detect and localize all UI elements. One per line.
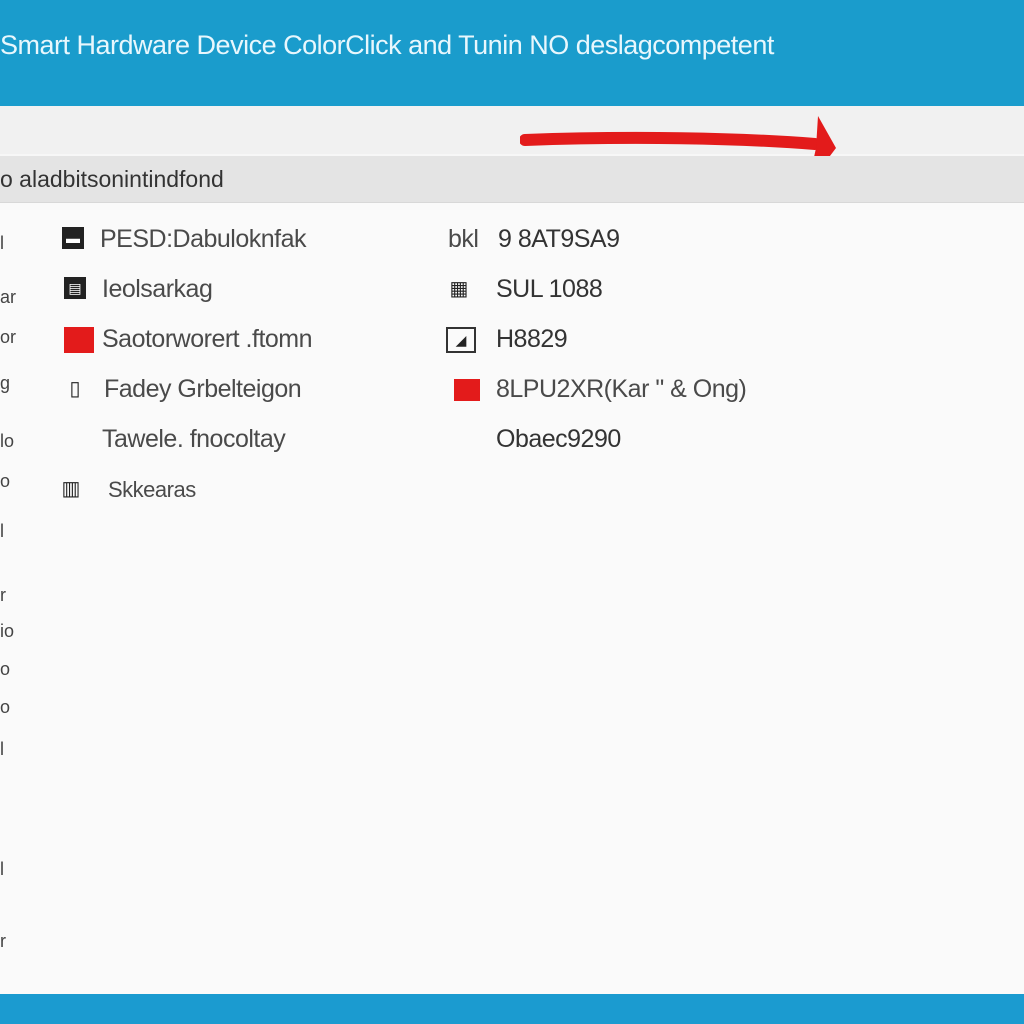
sidebar-mark[interactable]: l xyxy=(0,739,22,760)
sidebar-mark[interactable]: o xyxy=(0,659,22,680)
list-item-label[interactable]: Ieolsarkag xyxy=(102,275,213,304)
chip-icon: bkl xyxy=(448,225,479,253)
sidebar-mark[interactable]: r xyxy=(0,931,22,952)
sidebar-mark[interactable]: o xyxy=(0,471,22,492)
section-title: o aladbitsonintindfond xyxy=(0,166,224,192)
list-item-label[interactable]: Fadey Grbelteigon xyxy=(104,375,302,404)
sidebar-mark[interactable]: lo xyxy=(0,431,22,452)
sidebar-mark[interactable]: or xyxy=(0,327,22,348)
list-item-value: SUL 1088 xyxy=(496,275,603,303)
settings-window: o aladbitsonintindfond l ar or g lo o l … xyxy=(0,106,1024,994)
toolbar-strip xyxy=(0,106,1024,154)
list-item-value: Obaec9290 xyxy=(496,425,621,453)
list-item-value: 8LPU2XR(Kar " & Ong) xyxy=(496,375,747,403)
sim-icon: ▥ xyxy=(61,477,81,500)
card-icon: ▤ xyxy=(64,277,86,299)
sidebar-mark[interactable]: l xyxy=(0,859,22,880)
window-title: Smart Hardware Device ColorClick and Tun… xyxy=(0,30,774,60)
image-icon: ◢ xyxy=(446,327,476,353)
window-bottom-border xyxy=(0,994,1024,1024)
sidebar-mark[interactable]: g xyxy=(0,373,22,394)
red-square-icon xyxy=(64,327,94,353)
sidebar-mark[interactable]: io xyxy=(0,621,22,642)
list-item-value: 9 8AT9SA9 xyxy=(498,225,620,253)
sidebar-mark[interactable]: o xyxy=(0,697,22,718)
list-item-label[interactable]: Saotorworert .ftomn xyxy=(102,325,313,354)
phone-icon: ▯ xyxy=(69,377,81,400)
sidebar-mark[interactable]: r xyxy=(0,585,22,606)
section-header: o aladbitsonintindfond xyxy=(0,156,1024,203)
red-square-icon xyxy=(454,379,480,401)
sidebar-mark[interactable]: ar xyxy=(0,287,22,308)
sidebar-mark[interactable]: l xyxy=(0,233,22,254)
sidebar-strip[interactable]: l ar or g lo o l r io o o l l r xyxy=(0,203,24,994)
list-item-label[interactable]: PESD:Dabuloknfak xyxy=(100,225,307,254)
list-item-label[interactable]: Skkearas xyxy=(108,477,196,503)
list-item-label[interactable]: Tawele. fnocoltay xyxy=(102,425,286,454)
sidebar-mark[interactable]: l xyxy=(0,521,22,542)
title-bar: Smart Hardware Device ColorClick and Tun… xyxy=(0,0,1024,106)
device-info-panel: l ar or g lo o l r io o o l l r ▬ PESD:D… xyxy=(0,203,1024,994)
list-item-value: H8829 xyxy=(496,325,568,353)
memory-icon: ▦ xyxy=(449,277,469,300)
document-icon: ▬ xyxy=(62,227,84,249)
